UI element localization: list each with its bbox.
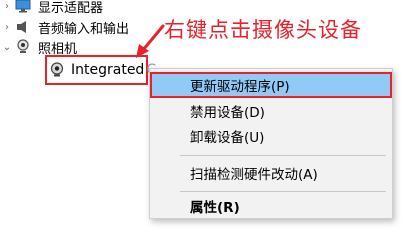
context-menu: 更新驱动程序(P) 禁用设备(D) 卸载设备(U) 扫描检测硬件改动(A) 属性… <box>149 68 393 219</box>
display-adapter-icon <box>14 0 32 14</box>
menu-item-label: 属性(R) <box>190 200 240 216</box>
expand-chevron-icon[interactable]: › <box>0 1 14 12</box>
device-label: Integrated <box>71 62 145 78</box>
menu-disable-device[interactable]: 禁用设备(D) <box>150 98 392 124</box>
collapse-chevron-icon[interactable]: ⌄ <box>0 42 14 53</box>
camera-icon <box>14 39 32 55</box>
menu-item-label: 禁用设备(D) <box>190 105 265 121</box>
menu-separator <box>180 191 386 192</box>
tree-item-audio-io[interactable]: › 音频输入和输出 <box>0 17 129 37</box>
tree-item-label: 音频输入和输出 <box>38 21 130 37</box>
annotation-text: 右键点击摄像头设备 <box>164 18 362 42</box>
menu-properties[interactable]: 属性(R) <box>150 193 392 219</box>
expand-chevron-icon[interactable]: › <box>0 22 14 33</box>
menu-item-label: 更新驱动程序(P) <box>190 79 290 95</box>
menu-separator <box>180 155 386 156</box>
menu-update-driver[interactable]: 更新驱动程序(P) <box>150 72 392 98</box>
menu-item-label: 扫描检测硬件改动(A) <box>190 167 318 183</box>
menu-scan-hardware[interactable]: 扫描检测硬件改动(A) <box>150 160 392 186</box>
menu-item-label: 卸载设备(U) <box>190 130 265 146</box>
speaker-icon <box>14 19 32 35</box>
tree-item-label: 显示适配器 <box>38 0 104 16</box>
menu-uninstall-device[interactable]: 卸载设备(U) <box>150 123 392 149</box>
tree-item-cameras[interactable]: ⌄ 照相机 <box>0 37 77 57</box>
webcam-icon <box>49 62 65 78</box>
device-manager-view: › 显示适配器 › 音频输入和输出 ⌄ 照相机 Integrated 右键点击摄… <box>0 0 410 243</box>
tree-item-display-adapters[interactable]: › 显示适配器 <box>0 0 103 16</box>
tree-item-label: 照相机 <box>38 41 78 57</box>
integrated-camera-device[interactable]: Integrated C <box>45 55 156 85</box>
